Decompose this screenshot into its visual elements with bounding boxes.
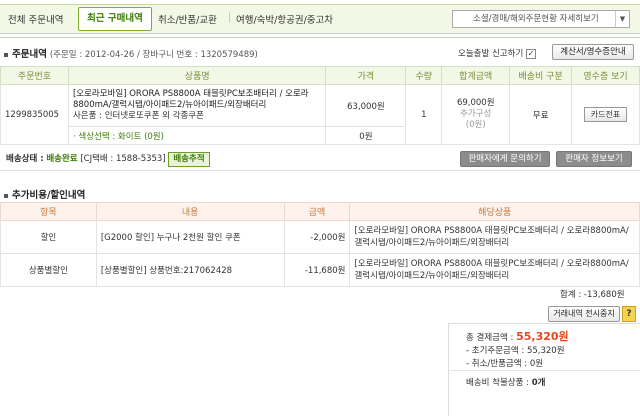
- tab-travel[interactable]: 여행/숙박/항공권/중고차: [236, 12, 333, 26]
- order-section-title: 주문내역: [12, 49, 47, 60]
- shipping-type: 무료: [509, 84, 573, 145]
- option-price: 0원: [325, 126, 407, 145]
- price-value: 63,000원: [325, 84, 407, 127]
- total-sub-label: 추가구성: [460, 109, 492, 119]
- top-navigation: 전체 주문내역 최근 구매내역 취소/반품/교환 | 여행/숙박/항공권/중고차…: [0, 0, 640, 38]
- nav-separator: |: [228, 12, 232, 23]
- row-item: 상품별할인: [0, 253, 97, 287]
- receipt-cell: 카드전표: [571, 84, 640, 145]
- row-desc: [G2000 할인] 누구나 2천원 할인 쿠폰: [95, 220, 285, 254]
- col-receipt: 영수증 보기: [571, 66, 640, 85]
- hide-check-label: 오늘출발 신고하기: [458, 49, 524, 59]
- extra-section-title: 추가비용/할인내역: [12, 190, 86, 201]
- order-status-select[interactable]: 소셜/경매/해외주문현황 자세히보기 ▼: [452, 10, 630, 28]
- bullet-icon: [4, 193, 8, 198]
- option-text: · 색상선택 : 화이트 (0원): [67, 126, 327, 145]
- ask-seller-button[interactable]: 판매자에게 문의하기: [460, 151, 550, 167]
- total-amount: 55,320원: [516, 330, 569, 343]
- chevron-down-icon: ▼: [615, 11, 629, 27]
- col-qty: 수량: [405, 66, 443, 85]
- summary-cancel: - 취소/반품금액 : 0원: [466, 357, 543, 369]
- hide-history-button[interactable]: 거래내역 전시중지: [548, 306, 620, 322]
- tab-all-orders[interactable]: 전체 주문내역: [8, 12, 63, 26]
- row-desc: [상품별할인] 상품번호:217062428: [95, 253, 285, 287]
- order-table: 주문번호 상품명 가격 수량 합계금액 배송비 구분 영수증 보기 129983…: [0, 66, 640, 145]
- bullet-icon: [4, 52, 8, 57]
- section-divider: [0, 170, 640, 171]
- ship-value: 0개: [531, 378, 546, 388]
- hide-check[interactable]: 오늘출발 신고하기 ✓: [458, 47, 536, 59]
- extra-sum: 합계 : -13,680원: [560, 288, 625, 300]
- col-item: 항목: [0, 202, 97, 221]
- table-row: 할인 [G2000 할인] 누구나 2천원 할인 쿠폰 -2,000원 [오로라…: [0, 220, 640, 254]
- col-target-product: 해당상품: [349, 202, 640, 221]
- cancel-value: 0원: [529, 359, 544, 369]
- status-value: 배송완료: [46, 154, 78, 164]
- total-label: 총 결제금액 :: [466, 333, 514, 343]
- receipt-info-button[interactable]: 계산서/영수증안내: [552, 44, 634, 60]
- summary-total: 총 결제금액 : 55,320원: [466, 328, 569, 344]
- checkbox-icon[interactable]: ✓: [525, 48, 536, 59]
- tab-cancel-return-exchange[interactable]: 취소/반품/교환: [158, 12, 217, 26]
- status-label: 배송상태 :: [6, 154, 44, 164]
- summary-shipping: 배송비 착불상품 : 0개: [466, 376, 545, 388]
- row-product-link[interactable]: [오로라모바일] ORORA PS8800A 태블릿PC보조배터리 / 오로라8…: [349, 220, 640, 254]
- row-amount: -2,000원: [283, 220, 351, 254]
- extra-table: 항목 내용 금액 해당상품 할인 [G2000 할인] 누구나 2천원 할인 쿠…: [0, 202, 640, 287]
- order-section-header: 주문내역 (주문일 : 2012-04-26 / 장바구니 번호 : 13205…: [4, 46, 258, 60]
- extra-section-header: 추가비용/할인내역: [4, 187, 85, 201]
- order-status-select-value: 소셜/경매/해외주문현황 자세히보기: [473, 14, 599, 24]
- total-cell: 69,000원 추가구성 (0원): [441, 84, 511, 145]
- col-product: 상품명: [67, 66, 327, 85]
- col-shipping: 배송비 구분: [509, 66, 573, 85]
- initial-value: 55,320원: [526, 346, 565, 356]
- summary-initial: - 초기주문금액 : 55,320원: [466, 344, 565, 356]
- cancel-label: - 취소/반품금액 :: [466, 359, 528, 369]
- sum-value: -13,680원: [583, 290, 625, 300]
- col-amount: 금액: [283, 202, 351, 221]
- total-value: 69,000원: [456, 98, 495, 108]
- delivery-status: 배송상태 : 배송완료 [CJ택배 : 1588-5353] 배송추적: [6, 152, 210, 167]
- ship-label: 배송비 착불상품 :: [466, 378, 530, 388]
- product-name-link[interactable]: [오로라모바일] ORORA PS8800A 태블릿PC보조배터리 / 오로라8…: [73, 89, 322, 111]
- seller-info-button[interactable]: 판매자 정보보기: [556, 151, 632, 167]
- initial-label: - 초기주문금액 :: [466, 346, 525, 356]
- card-slip-button[interactable]: 카드전표: [583, 107, 628, 122]
- summary-divider: [448, 370, 640, 371]
- gift-text: 사은품 : 인터넷로또쿠폰 외 각종쿠폰: [72, 111, 204, 121]
- tab-recent-purchases-label: 최근 구매내역: [87, 13, 143, 24]
- total-sub-value: (0원): [465, 120, 486, 130]
- row-product-link[interactable]: [오로라모바일] ORORA PS8800A 태블릿PC보조배터리 / 오로라8…: [349, 253, 640, 287]
- product-cell: [오로라모바일] ORORA PS8800A 태블릿PC보조배터리 / 오로라8…: [67, 84, 327, 127]
- track-delivery-button[interactable]: 배송추적: [168, 152, 210, 167]
- table-row: 상품별할인 [상품별할인] 상품번호:217062428 -11,680원 [오…: [0, 253, 640, 287]
- table-row: 1299835005 [오로라모바일] ORORA PS8800A 태블릿PC보…: [0, 84, 640, 145]
- carrier-info: [CJ택배 : 1588-5353]: [80, 154, 166, 164]
- help-icon[interactable]: ?: [622, 306, 636, 322]
- tab-recent-purchases[interactable]: 최근 구매내역: [78, 7, 152, 31]
- order-number: 1299835005: [0, 84, 69, 145]
- qty-value: 1: [405, 84, 443, 145]
- row-amount: -11,680원: [283, 253, 351, 287]
- col-price: 가격: [325, 66, 407, 85]
- col-desc: 내용: [95, 202, 285, 221]
- col-order-no: 주문번호: [0, 66, 69, 85]
- col-total: 합계금액: [441, 66, 511, 85]
- order-meta: (주문일 : 2012-04-26 / 장바구니 번호 : 1320579489…: [49, 50, 258, 60]
- row-item: 할인: [0, 220, 97, 254]
- sum-label: 합계 :: [560, 290, 582, 300]
